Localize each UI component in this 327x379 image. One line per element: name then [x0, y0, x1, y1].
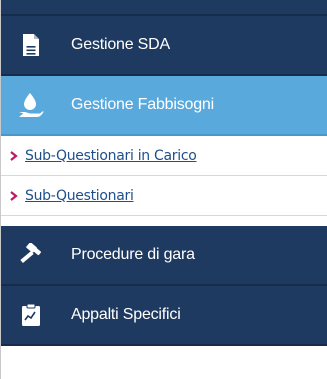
menu-top-strip	[1, 0, 327, 16]
menu-item-label: Gestione Fabbisogni	[71, 96, 214, 113]
menu-item-label: Appalti Specifici	[71, 306, 181, 323]
side-menu: Gestione SDA Gestione Fabbisogni Sub-Que…	[0, 0, 327, 379]
menu-item-appalti-specifici[interactable]: Appalti Specifici	[1, 286, 327, 346]
hand-drop-icon	[1, 76, 61, 134]
document-icon	[1, 16, 61, 74]
menu-item-procedure-di-gara[interactable]: Procedure di gara	[1, 226, 327, 286]
menu-item-label: Procedure di gara	[71, 246, 195, 263]
menu-spacer	[1, 216, 327, 226]
submenu-link[interactable]: Sub-Questionari in Carico	[25, 148, 197, 164]
clipboard-chart-icon	[1, 286, 61, 344]
menu-item-label: Gestione SDA	[71, 36, 170, 53]
submenu-item-sub-questionari-in-carico[interactable]: Sub-Questionari in Carico	[1, 136, 327, 176]
submenu-item-sub-questionari[interactable]: Sub-Questionari	[1, 176, 327, 216]
gavel-icon	[1, 226, 61, 284]
menu-item-gestione-sda[interactable]: Gestione SDA	[1, 16, 327, 76]
chevron-right-icon	[1, 150, 25, 161]
submenu-link[interactable]: Sub-Questionari	[25, 188, 134, 204]
chevron-right-icon	[1, 190, 25, 201]
menu-item-gestione-fabbisogni[interactable]: Gestione Fabbisogni	[1, 76, 327, 136]
